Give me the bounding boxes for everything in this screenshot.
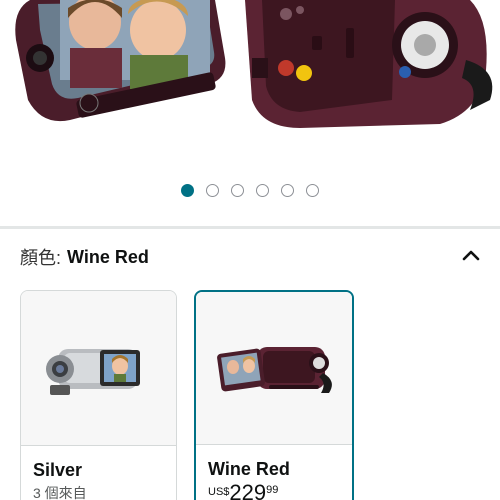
color-option-wine-red[interactable]: Wine Red US$ 229 99 [194,290,354,500]
wine-red-camcorder-thumbnail [196,292,352,445]
color-selector-header[interactable]: 顏色: Wine Red [20,242,482,272]
swatch-price: US$ 229 99 [196,480,352,500]
gallery-dot[interactable] [306,184,319,197]
gallery-dot[interactable] [256,184,269,197]
color-label: 顏色: [20,248,62,268]
swatch-name: Wine Red [208,459,290,479]
color-option-silver[interactable]: Silver 3 個來自 [20,290,177,500]
price-whole: 229 [229,480,267,500]
gallery-dot[interactable] [281,184,294,197]
chevron-up-icon[interactable] [460,244,482,266]
product-image-gallery[interactable] [0,0,500,175]
gallery-dot[interactable] [206,184,219,197]
price-currency: US$ [208,486,230,498]
gallery-pagination [0,184,500,197]
silver-camcorder-thumbnail [21,291,176,446]
selected-color-value: Wine Red [67,246,149,267]
swatch-name: Silver [33,460,83,480]
camcorder-product-image [15,0,493,128]
gallery-dot[interactable] [231,184,244,197]
section-divider [0,226,500,229]
swatch-availability: 3 個來自 [33,485,87,500]
price-fraction: 99 [266,484,279,496]
gallery-dot[interactable] [181,184,194,197]
